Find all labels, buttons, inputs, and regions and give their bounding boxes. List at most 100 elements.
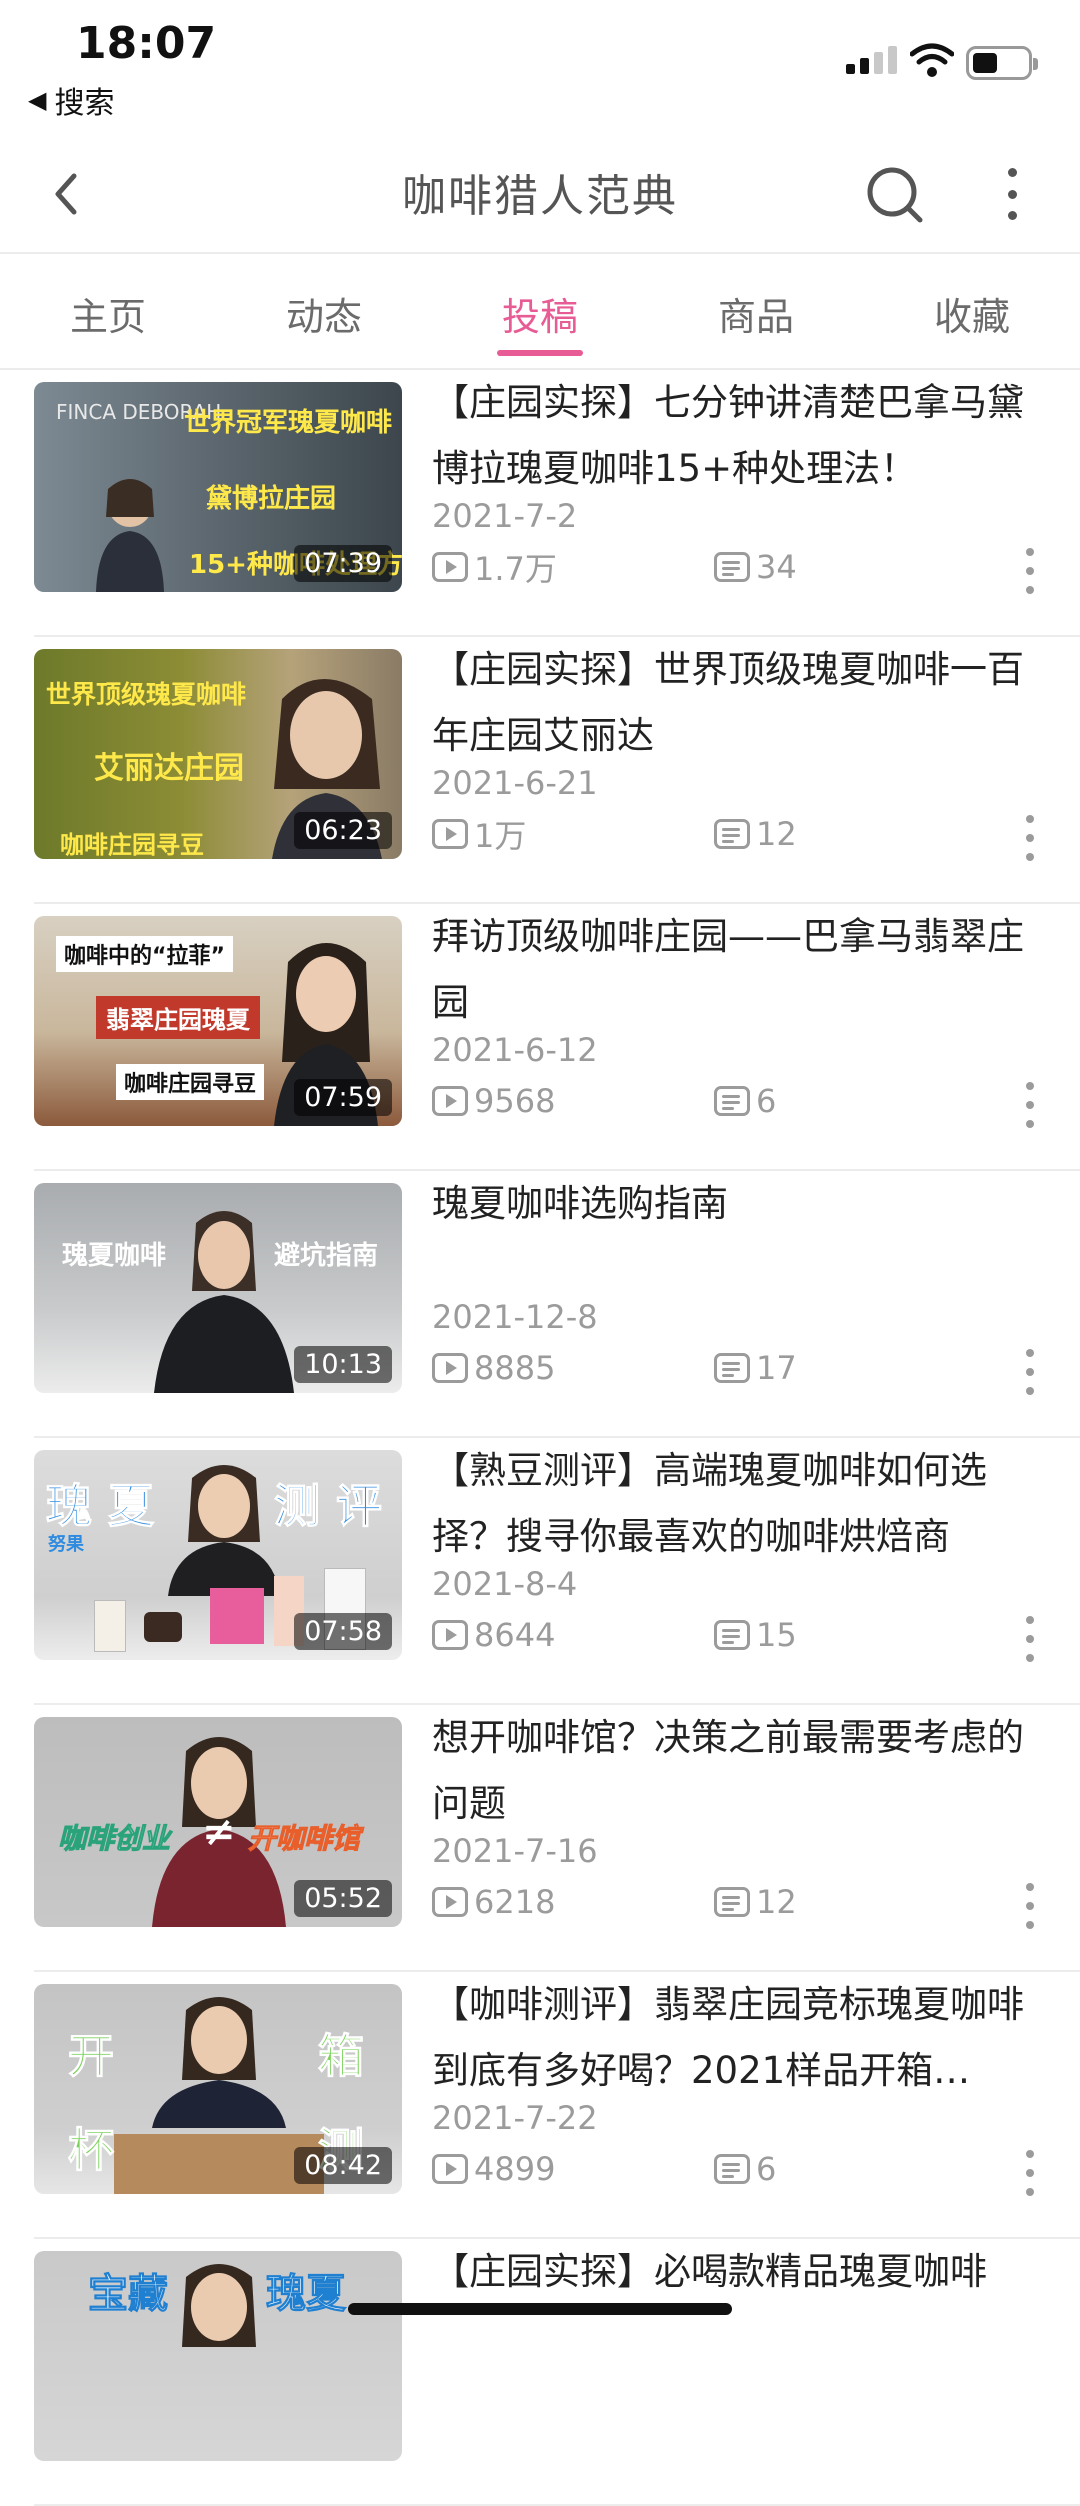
video-thumbnail[interactable]: 咖啡中的“拉菲” 翡翠庄园瑰夏 咖啡庄园寻豆 07:59: [34, 916, 402, 1126]
signal-icon: [846, 46, 897, 74]
play-count: 9568: [432, 1079, 555, 1123]
thumb-caption: 艾丽达庄园: [94, 751, 244, 786]
person-figure: [96, 479, 164, 592]
comment-count: 34: [714, 545, 797, 589]
video-more-icon[interactable]: [1024, 548, 1036, 594]
tab-favorites[interactable]: 收藏: [864, 254, 1080, 368]
thumb-caption: 翡翠庄园瑰夏: [96, 996, 260, 1039]
comment-count: 17: [714, 1346, 797, 1390]
video-title[interactable]: 拜访顶级咖啡庄园——巴拿马翡翠庄园: [432, 904, 1052, 1036]
video-title[interactable]: 【庄园实探】世界顶级瑰夏咖啡一百年庄园艾丽达: [432, 637, 1052, 769]
thumb-caption: 黛博拉庄园: [206, 484, 337, 514]
video-duration: 08:42: [294, 2147, 392, 2184]
video-item[interactable]: 开 箱 杯 测 08:42 【咖啡测评】翡翠庄园竞标瑰夏咖啡到底有多好喝？202…: [0, 1972, 1080, 2239]
video-thumbnail[interactable]: 世界顶级瑰夏咖啡 艾丽达庄园 咖啡庄园寻豆 06:23: [34, 649, 402, 859]
play-count-icon: [432, 1620, 468, 1650]
video-thumbnail[interactable]: 宝藏 瑰夏: [34, 2251, 402, 2461]
video-list: FINCA DEBORAH 世界冠军瑰夏咖啡 黛博拉庄园 15+种咖啡处理方法 …: [0, 370, 1080, 2506]
comment-icon: [714, 819, 750, 849]
video-thumbnail[interactable]: FINCA DEBORAH 世界冠军瑰夏咖啡 黛博拉庄园 15+种咖啡处理方法 …: [34, 382, 402, 592]
tab-home[interactable]: 主页: [0, 254, 216, 368]
video-duration: 10:13: [294, 1346, 392, 1383]
comment-count: 6: [714, 2147, 776, 2191]
back-app-label: 搜索: [54, 86, 115, 121]
comment-count: 15: [714, 1613, 797, 1657]
video-more-icon[interactable]: [1024, 1082, 1036, 1128]
play-count-icon: [432, 2154, 468, 2184]
video-title[interactable]: 想开咖啡馆？决策之前最需要考虑的问题: [432, 1705, 1052, 1837]
video-duration: 05:52: [294, 1880, 392, 1917]
video-title[interactable]: 【咖啡测评】翡翠庄园竞标瑰夏咖啡到底有多好喝？2021样品开箱…: [432, 1972, 1052, 2104]
thumb-caption: 箱: [318, 2029, 365, 2084]
video-duration: 07:39: [294, 545, 392, 582]
video-more-icon[interactable]: [1024, 2150, 1036, 2196]
play-count-icon: [432, 1887, 468, 1917]
comment-icon: [714, 552, 750, 582]
tab-submissions[interactable]: 投稿: [432, 254, 648, 368]
thumb-caption: 努果: [48, 1534, 84, 1555]
play-count: 1万: [432, 812, 526, 856]
video-thumbnail[interactable]: 咖啡创业 ≠ 开咖啡馆 05:52: [34, 1717, 402, 1927]
thumb-caption: 咖啡庄园寻豆: [60, 831, 204, 859]
comment-icon: [714, 1086, 750, 1116]
video-title[interactable]: 【庄园实探】七分钟讲清楚巴拿马黛博拉瑰夏咖啡15+种处理法！: [432, 370, 1052, 502]
thumb-caption: 咖啡中的“拉菲”: [56, 936, 233, 972]
thumb-caption: 咖啡创业: [57, 1822, 171, 1856]
back-arrow-icon: ◀: [28, 86, 47, 114]
video-item[interactable]: 宝藏 瑰夏 【庄园实探】必喝款精品瑰夏咖啡: [0, 2239, 1080, 2506]
battery-icon: [966, 46, 1038, 80]
thumb-caption: 开咖啡馆: [247, 1822, 361, 1856]
video-date: 2021-8-4: [432, 1565, 578, 1603]
search-icon[interactable]: [862, 160, 932, 230]
thumb-caption: ≠: [202, 1809, 236, 1855]
video-duration: 07:59: [294, 1079, 392, 1116]
play-count-icon: [432, 552, 468, 582]
app-header: 咖啡猎人范典: [0, 140, 1080, 252]
video-item[interactable]: 咖啡中的“拉菲” 翡翠庄园瑰夏 咖啡庄园寻豆 07:59 拜访顶级咖啡庄园——巴…: [0, 904, 1080, 1171]
play-count: 6218: [432, 1880, 555, 1924]
video-thumbnail[interactable]: 瑰夏咖啡 避坑指南 10:13: [34, 1183, 402, 1393]
thumb-caption: 瑰夏咖啡: [62, 1241, 167, 1271]
video-item[interactable]: 瑰夏咖啡 避坑指南 10:13 瑰夏咖啡选购指南 2021-12-8 8885 …: [0, 1171, 1080, 1438]
video-title[interactable]: 【庄园实探】必喝款精品瑰夏咖啡: [432, 2239, 1052, 2305]
video-more-icon[interactable]: [1024, 1883, 1036, 1929]
comment-icon: [714, 1887, 750, 1917]
video-thumbnail[interactable]: 开 箱 杯 测 08:42: [34, 1984, 402, 2194]
tab-activity[interactable]: 动态: [216, 254, 432, 368]
video-more-icon[interactable]: [1024, 1616, 1036, 1662]
video-item[interactable]: 瑰 夏 测 评 努果 07:58 【熟豆测评】高端瑰夏咖啡如何选择？搜寻你最喜欢…: [0, 1438, 1080, 1705]
thumb-caption: 测 评: [273, 1479, 383, 1534]
video-more-icon[interactable]: [1024, 1349, 1036, 1395]
tab-products[interactable]: 商品: [648, 254, 864, 368]
play-count: 8644: [432, 1613, 555, 1657]
video-more-icon[interactable]: [1024, 815, 1036, 861]
person-figure: [152, 1997, 286, 2128]
video-title[interactable]: 瑰夏咖啡选购指南: [432, 1171, 1052, 1237]
thumb-caption: 宝藏: [88, 2271, 169, 2318]
video-date: 2021-7-16: [432, 1832, 598, 1870]
status-bar: 18:07 ◀ 搜索: [0, 0, 1080, 140]
play-count-icon: [432, 1086, 468, 1116]
thumb-caption: 开: [68, 2029, 115, 2084]
video-item[interactable]: 咖啡创业 ≠ 开咖啡馆 05:52 想开咖啡馆？决策之前最需要考虑的问题 202…: [0, 1705, 1080, 1972]
video-item[interactable]: 世界顶级瑰夏咖啡 艾丽达庄园 咖啡庄园寻豆 06:23 【庄园实探】世界顶级瑰夏…: [0, 637, 1080, 904]
back-to-app-link[interactable]: ◀ 搜索: [28, 78, 114, 122]
video-thumbnail[interactable]: 瑰 夏 测 评 努果 07:58: [34, 1450, 402, 1660]
comment-count: 12: [714, 1880, 797, 1924]
video-date: 2021-7-2: [432, 497, 578, 535]
person-figure: [168, 1465, 280, 1596]
comment-count: 12: [714, 812, 797, 856]
video-title[interactable]: 【熟豆测评】高端瑰夏咖啡如何选择？搜寻你最喜欢的咖啡烘焙商: [432, 1438, 1052, 1570]
comment-icon: [714, 2154, 750, 2184]
more-options-icon[interactable]: [1000, 162, 1024, 226]
wifi-icon: [910, 43, 954, 77]
video-duration: 07:58: [294, 1613, 392, 1650]
video-item[interactable]: FINCA DEBORAH 世界冠军瑰夏咖啡 黛博拉庄园 15+种咖啡处理方法 …: [0, 370, 1080, 637]
comment-count: 6: [714, 1079, 776, 1123]
thumb-caption: 咖啡庄园寻豆: [116, 1064, 265, 1100]
person-figure: [154, 1211, 294, 1393]
play-count-icon: [432, 1353, 468, 1383]
home-indicator[interactable]: [348, 2303, 732, 2315]
thumb-caption: 避坑指南: [274, 1241, 379, 1271]
play-count: 4899: [432, 2147, 555, 2191]
